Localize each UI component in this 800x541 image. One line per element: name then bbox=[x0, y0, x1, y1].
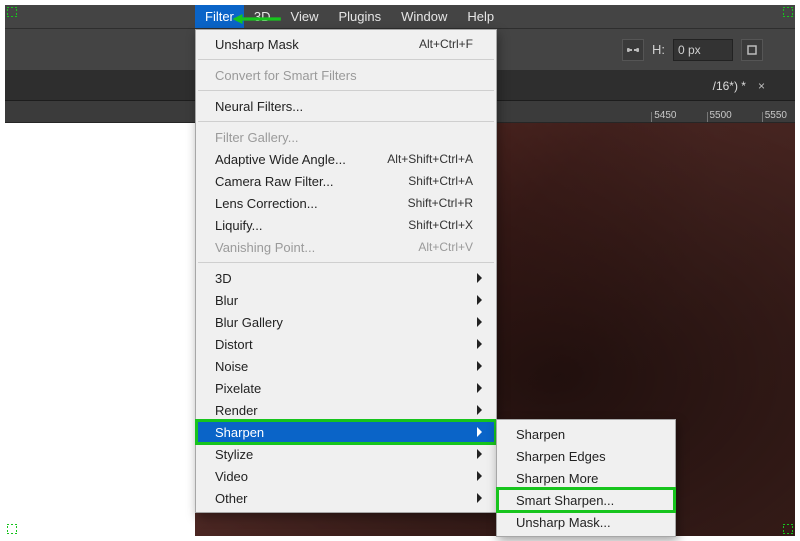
document-tab-title[interactable]: /16*) * bbox=[713, 79, 746, 93]
commit-icon[interactable] bbox=[741, 39, 763, 61]
corner-marker-icon bbox=[783, 524, 793, 534]
menu-label: Smart Sharpen... bbox=[516, 493, 652, 508]
menubar-item-help[interactable]: Help bbox=[457, 5, 504, 28]
menu-item-camera-raw-filter[interactable]: Camera Raw Filter... Shift+Ctrl+A bbox=[197, 170, 495, 192]
menubar-label: 3D bbox=[254, 9, 271, 24]
menubar-item-3d[interactable]: 3D bbox=[244, 5, 281, 28]
menu-item-render[interactable]: Render bbox=[197, 399, 495, 421]
menu-item-recent-filter[interactable]: Unsharp Mask Alt+Ctrl+F bbox=[197, 33, 495, 55]
submenu-item-sharpen-more[interactable]: Sharpen More bbox=[498, 467, 674, 489]
menu-label: Adaptive Wide Angle... bbox=[215, 152, 387, 167]
menu-item-neural-filters[interactable]: Neural Filters... bbox=[197, 95, 495, 117]
menubar-item-filter[interactable]: Filter bbox=[195, 5, 244, 28]
menu-label: Blur bbox=[215, 293, 473, 308]
menu-label: Unsharp Mask bbox=[215, 37, 419, 52]
link-wh-icon[interactable] bbox=[622, 39, 644, 61]
menu-item-video[interactable]: Video bbox=[197, 465, 495, 487]
menu-shortcut: Shift+Ctrl+A bbox=[408, 174, 473, 188]
menu-label: Distort bbox=[215, 337, 473, 352]
menu-item-sharpen[interactable]: Sharpen bbox=[197, 421, 495, 443]
menu-label: Pixelate bbox=[215, 381, 473, 396]
menu-separator bbox=[198, 59, 494, 60]
menu-shortcut: Shift+Ctrl+X bbox=[408, 218, 473, 232]
menu-label: Liquify... bbox=[215, 218, 408, 233]
menu-label: Other bbox=[215, 491, 473, 506]
menu-item-stylize[interactable]: Stylize bbox=[197, 443, 495, 465]
menubar-item-view[interactable]: View bbox=[281, 5, 329, 28]
close-tab-icon[interactable]: × bbox=[758, 79, 765, 93]
ruler-tick: 5550 bbox=[762, 112, 787, 122]
filter-menu: Unsharp Mask Alt+Ctrl+F Convert for Smar… bbox=[195, 29, 497, 513]
menu-item-pixelate[interactable]: Pixelate bbox=[197, 377, 495, 399]
sharpen-submenu: Sharpen Sharpen Edges Sharpen More Smart… bbox=[496, 419, 676, 537]
height-value: 0 px bbox=[678, 43, 701, 57]
menu-label: Sharpen bbox=[215, 425, 473, 440]
menu-item-distort[interactable]: Distort bbox=[197, 333, 495, 355]
menu-item-noise[interactable]: Noise bbox=[197, 355, 495, 377]
menu-shortcut: Shift+Ctrl+R bbox=[408, 196, 473, 210]
menu-label: Sharpen bbox=[516, 427, 652, 442]
menu-item-adaptive-wide-angle[interactable]: Adaptive Wide Angle... Alt+Shift+Ctrl+A bbox=[197, 148, 495, 170]
menu-label: Render bbox=[215, 403, 473, 418]
menu-item-lens-correction[interactable]: Lens Correction... Shift+Ctrl+R bbox=[197, 192, 495, 214]
menu-separator bbox=[198, 121, 494, 122]
menubar-item-plugins[interactable]: Plugins bbox=[328, 5, 391, 28]
menubar-label: Help bbox=[467, 9, 494, 24]
menubar-item-window[interactable]: Window bbox=[391, 5, 457, 28]
menu-separator bbox=[198, 262, 494, 263]
corner-marker-icon bbox=[7, 7, 17, 17]
menu-label: Neural Filters... bbox=[215, 99, 473, 114]
menu-item-liquify[interactable]: Liquify... Shift+Ctrl+X bbox=[197, 214, 495, 236]
menu-label: Stylize bbox=[215, 447, 473, 462]
menubar-label: Plugins bbox=[338, 9, 381, 24]
menu-item-vanishing-point[interactable]: Vanishing Point... Alt+Ctrl+V bbox=[197, 236, 495, 258]
menu-item-filter-gallery[interactable]: Filter Gallery... bbox=[197, 126, 495, 148]
menu-shortcut: Alt+Ctrl+V bbox=[418, 240, 473, 254]
ruler-tick: 5500 bbox=[707, 112, 732, 122]
menu-label: Filter Gallery... bbox=[215, 130, 473, 145]
menu-label: Video bbox=[215, 469, 473, 484]
submenu-item-sharpen[interactable]: Sharpen bbox=[498, 423, 674, 445]
menu-shortcut: Alt+Ctrl+F bbox=[419, 37, 473, 51]
menu-item-convert-smart-filters[interactable]: Convert for Smart Filters bbox=[197, 64, 495, 86]
submenu-item-smart-sharpen[interactable]: Smart Sharpen... bbox=[498, 489, 674, 511]
height-label: H: bbox=[652, 42, 665, 57]
ruler-tick: 5450 bbox=[651, 112, 676, 122]
menu-item-blur[interactable]: Blur bbox=[197, 289, 495, 311]
menu-label: Noise bbox=[215, 359, 473, 374]
menu-bar: Filter 3D View Plugins Window Help bbox=[5, 5, 795, 29]
menu-label: Vanishing Point... bbox=[215, 240, 418, 255]
height-field[interactable]: 0 px bbox=[673, 39, 733, 61]
menu-label: Blur Gallery bbox=[215, 315, 473, 330]
menu-label: Unsharp Mask... bbox=[516, 515, 652, 530]
menu-item-other[interactable]: Other bbox=[197, 487, 495, 509]
submenu-item-sharpen-edges[interactable]: Sharpen Edges bbox=[498, 445, 674, 467]
menu-item-blur-gallery[interactable]: Blur Gallery bbox=[197, 311, 495, 333]
submenu-item-unsharp-mask[interactable]: Unsharp Mask... bbox=[498, 511, 674, 533]
menubar-label: View bbox=[291, 9, 319, 24]
menu-label: Sharpen Edges bbox=[516, 449, 652, 464]
menu-label: 3D bbox=[215, 271, 473, 286]
menu-label: Lens Correction... bbox=[215, 196, 408, 211]
menu-label: Camera Raw Filter... bbox=[215, 174, 408, 189]
menu-shortcut: Alt+Shift+Ctrl+A bbox=[387, 152, 473, 166]
menu-separator bbox=[198, 90, 494, 91]
menubar-label: Filter bbox=[205, 9, 234, 24]
menubar-label: Window bbox=[401, 9, 447, 24]
corner-marker-icon bbox=[7, 524, 17, 534]
menu-label: Convert for Smart Filters bbox=[215, 68, 473, 83]
menu-item-3d[interactable]: 3D bbox=[197, 267, 495, 289]
menu-label: Sharpen More bbox=[516, 471, 652, 486]
corner-marker-icon bbox=[783, 7, 793, 17]
